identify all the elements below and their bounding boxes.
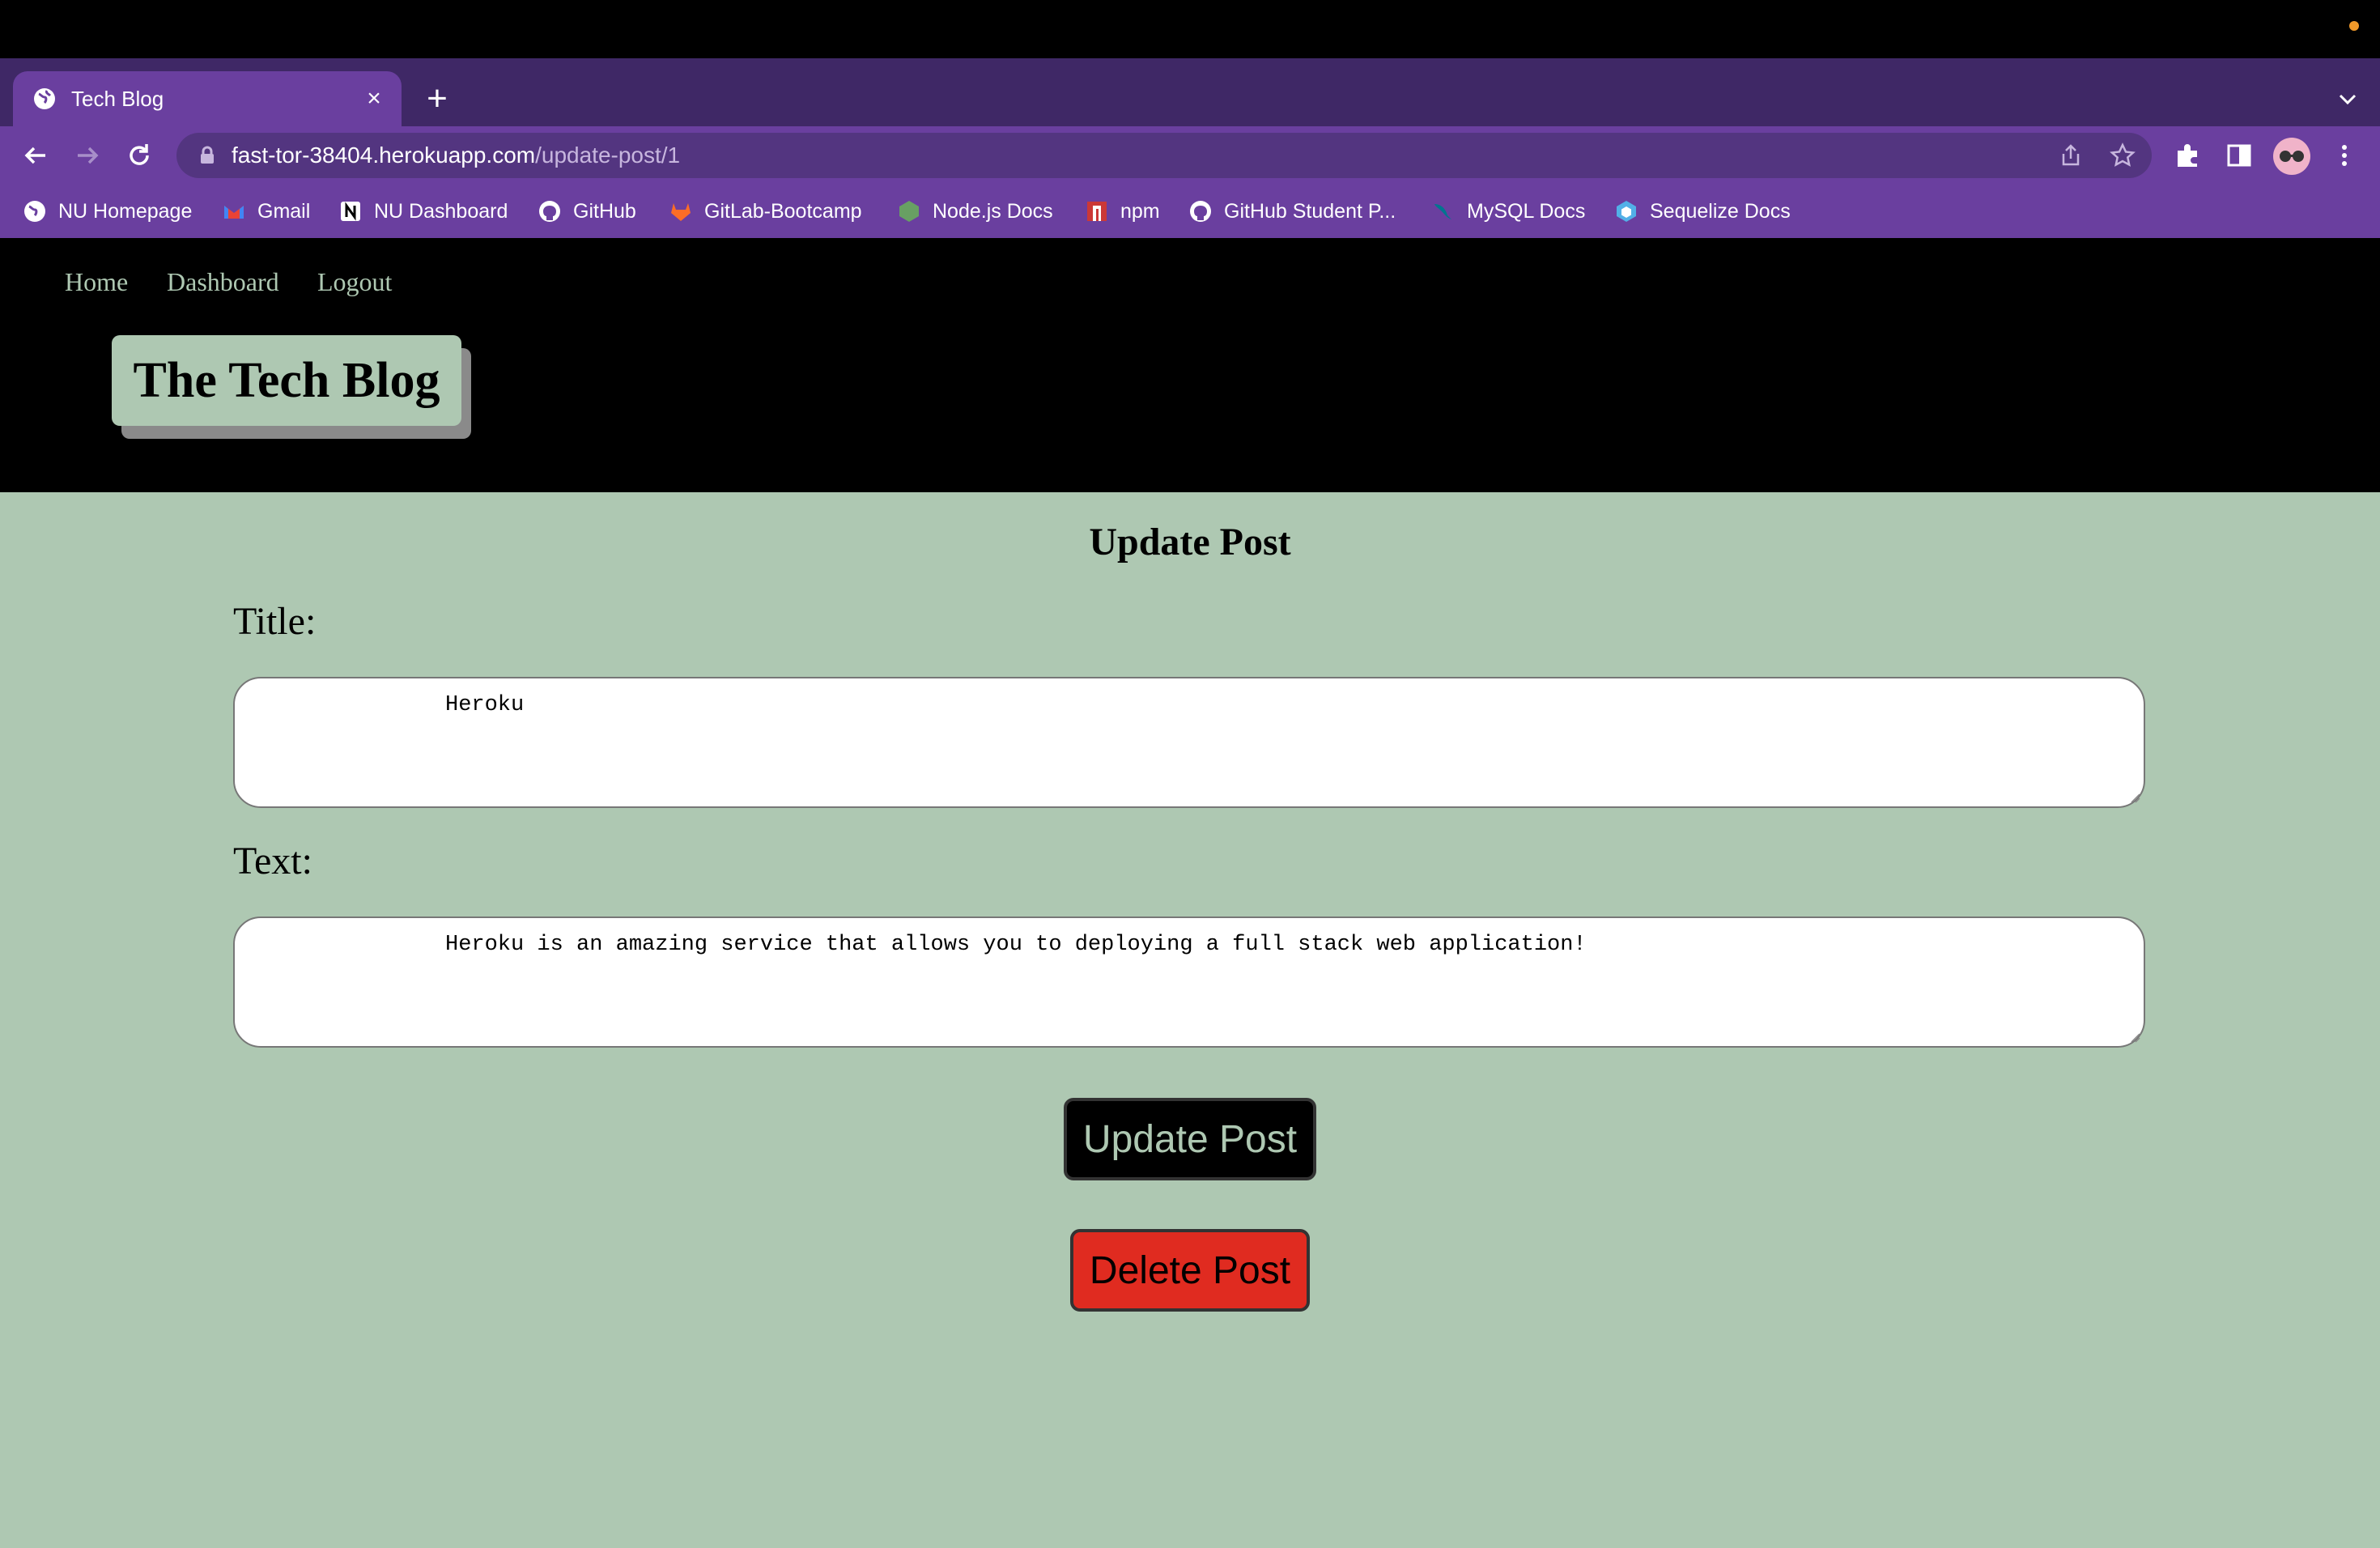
text-textarea[interactable]: Heroku is an amazing service that allows… bbox=[233, 916, 2145, 1048]
chevron-down-icon[interactable] bbox=[2333, 84, 2362, 113]
text-value: Heroku is an amazing service that allows… bbox=[445, 933, 1587, 957]
title-label: Title: bbox=[233, 600, 317, 643]
text-label: Text: bbox=[233, 840, 312, 882]
resize-grip-icon[interactable] bbox=[2129, 792, 2140, 803]
browser-toolbar: fast-tor-38404.herokuapp.com/update-post… bbox=[0, 126, 2380, 185]
reload-icon[interactable] bbox=[121, 138, 157, 173]
bookmark-npm[interactable]: npm bbox=[1085, 196, 1160, 227]
bookmark-github[interactable]: GitHub bbox=[538, 196, 636, 227]
side-panel-icon[interactable] bbox=[2225, 141, 2254, 170]
page-title: Update Post bbox=[1089, 521, 1291, 563]
site-header: Home Dashboard Logout The Tech Blog bbox=[0, 238, 2380, 492]
bookmark-mysql-docs[interactable]: MySQL Docs bbox=[1431, 196, 1585, 227]
github-icon bbox=[539, 201, 560, 222]
tab-title: Tech Blog bbox=[71, 86, 164, 111]
address-bar[interactable]: fast-tor-38404.herokuapp.com/update-post… bbox=[176, 133, 2152, 178]
bookmark-sequelize-docs[interactable]: Sequelize Docs bbox=[1614, 196, 1791, 227]
bookmarks-bar: NU Homepage Gmail NU Dashboard GitHub Gi… bbox=[0, 185, 2380, 238]
bookmark-star-icon[interactable] bbox=[2110, 142, 2136, 168]
nodejs-icon bbox=[899, 201, 919, 222]
bookmark-gitlab-bootcamp[interactable]: GitLab-Bootcamp bbox=[669, 196, 862, 227]
npm-icon bbox=[1087, 202, 1107, 221]
sequelize-icon bbox=[1617, 201, 1636, 222]
bookmark-nodejs-docs[interactable]: Node.js Docs bbox=[897, 196, 1053, 227]
globe-icon bbox=[24, 201, 45, 222]
lock-icon[interactable] bbox=[196, 144, 219, 167]
bookmark-nu-dashboard[interactable]: NU Dashboard bbox=[338, 196, 508, 227]
delete-post-button[interactable]: Delete Post bbox=[1070, 1229, 1310, 1312]
tab-strip: Tech Blog × + bbox=[0, 58, 2380, 126]
nav-home-link[interactable]: Home bbox=[65, 267, 128, 297]
bookmark-nu-homepage[interactable]: NU Homepage bbox=[23, 196, 192, 227]
nav-dashboard-link[interactable]: Dashboard bbox=[167, 267, 279, 297]
url-text: fast-tor-38404.herokuapp.com/update-post… bbox=[232, 142, 681, 168]
resize-grip-icon[interactable] bbox=[2129, 1031, 2140, 1043]
mysql-icon bbox=[1434, 204, 1451, 219]
extensions-icon[interactable] bbox=[2173, 141, 2202, 170]
os-menu-bar bbox=[0, 0, 2380, 58]
more-menu-icon[interactable] bbox=[2330, 141, 2359, 170]
bookmark-github-student[interactable]: GitHub Student P... bbox=[1188, 196, 1396, 227]
forward-icon[interactable] bbox=[70, 138, 105, 173]
update-post-button[interactable]: Update Post bbox=[1064, 1098, 1316, 1180]
gitlab-icon bbox=[671, 203, 691, 221]
glasses-icon bbox=[2280, 151, 2304, 162]
notification-dot bbox=[2349, 21, 2359, 31]
tab-tech-blog[interactable]: Tech Blog × bbox=[13, 71, 402, 126]
close-tab-icon[interactable]: × bbox=[356, 85, 392, 113]
gmail-icon bbox=[224, 206, 244, 219]
title-textarea[interactable]: Heroku bbox=[233, 677, 2145, 808]
notion-icon bbox=[341, 202, 360, 221]
github-icon bbox=[1190, 201, 1211, 222]
profile-avatar[interactable] bbox=[2273, 138, 2310, 175]
new-tab-button[interactable]: + bbox=[421, 81, 453, 117]
back-icon[interactable] bbox=[18, 138, 53, 173]
globe-icon bbox=[34, 88, 55, 109]
site-logo[interactable]: The Tech Blog bbox=[112, 335, 461, 426]
bookmark-gmail[interactable]: Gmail bbox=[222, 196, 310, 227]
title-value: Heroku bbox=[445, 693, 525, 717]
nav-logout-link[interactable]: Logout bbox=[317, 267, 392, 297]
share-icon[interactable] bbox=[2058, 142, 2084, 168]
